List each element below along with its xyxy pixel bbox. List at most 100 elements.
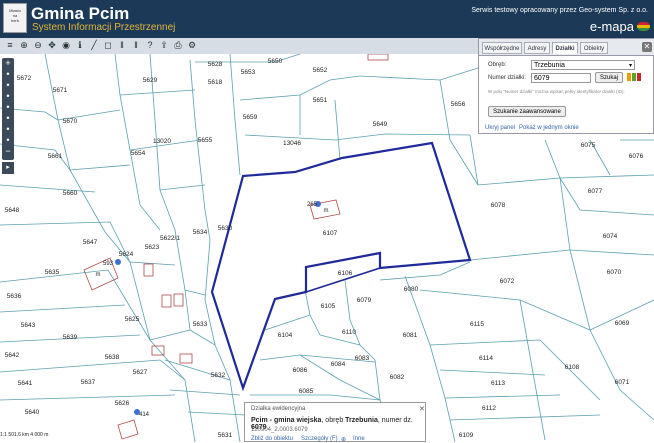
app-title: Gmina Pcim xyxy=(31,4,130,23)
status-swatch-orange xyxy=(627,73,631,81)
parcel-label: 5624 xyxy=(119,251,134,258)
parcel-label: 5661 xyxy=(48,153,63,160)
precinct-label: Obręb: xyxy=(488,62,507,68)
precinct-select[interactable]: Trzebunia ▾ xyxy=(531,60,635,70)
settings-icon[interactable]: ⚙ xyxy=(186,39,198,52)
coat-of-arms-logo: Miasto na herb xyxy=(3,3,27,33)
parcel-label: 5660 xyxy=(63,190,78,197)
zoom-level-tick[interactable]: • xyxy=(2,113,14,124)
app-subtitle: System Informacji Przestrzennej xyxy=(32,22,176,33)
parcel-label: 6108 xyxy=(565,364,580,371)
parcel-label: 5631 xyxy=(218,432,233,439)
chevron-down-icon: ▾ xyxy=(628,63,632,69)
status-swatch-green xyxy=(632,73,636,81)
parcel-label: 5671 xyxy=(53,87,68,94)
show-in-one-window-link[interactable]: Pokaż w jednym oknie xyxy=(519,125,579,131)
parcel-label: 5633 xyxy=(193,321,208,328)
parcel-label: 5643 xyxy=(21,322,36,329)
parcel-label: 6112 xyxy=(482,405,496,412)
parcel-label: 6084 xyxy=(331,361,346,368)
parcel-label: 5654 xyxy=(131,150,146,157)
close-icon[interactable]: ✕ xyxy=(642,42,652,52)
print-icon[interactable]: ⎙ xyxy=(172,39,184,52)
zoom-in-icon[interactable]: ⊕ xyxy=(18,39,30,52)
more-link[interactable]: Inne xyxy=(353,436,365,442)
tab-objects[interactable]: Obiekty xyxy=(580,42,608,54)
tab-parcels[interactable]: Działki xyxy=(552,42,578,54)
parcel-label: 5635 xyxy=(45,269,60,276)
building-label: 265 xyxy=(307,202,318,208)
parcel-label: 6107 xyxy=(323,230,338,237)
zoom-slider[interactable]: + • • • • • • • − xyxy=(2,58,14,160)
popup-municipality: Pcim - gmina wiejska xyxy=(251,417,322,424)
info-icon[interactable]: ℹ xyxy=(74,39,86,52)
toggle-sidebar-button[interactable]: ▸ xyxy=(2,162,14,174)
parcel-label: 5641 xyxy=(18,380,33,387)
zoom-in-button[interactable]: + xyxy=(2,58,14,69)
selected-parcel-6079[interactable] xyxy=(210,141,472,392)
zoom-level-tick[interactable]: • xyxy=(2,124,14,135)
popup-close-icon[interactable]: ✕ xyxy=(419,405,425,413)
zoom-level-tick[interactable]: • xyxy=(2,102,14,113)
advanced-search-button[interactable]: Szukanie zaawansowane xyxy=(488,106,566,117)
parcel-label: 5627 xyxy=(133,369,148,376)
next-view-icon[interactable]: ‖ xyxy=(130,39,142,52)
parcel-label: 6115 xyxy=(470,321,484,328)
measure-area-icon[interactable]: ◻ xyxy=(102,39,114,52)
popup-parcel-identifier: 120904_2.0003.6079 xyxy=(251,427,308,433)
zoom-out-button[interactable]: − xyxy=(2,146,14,157)
parcel-label: 6086 xyxy=(293,367,308,374)
draw-line-icon[interactable]: ╱ xyxy=(88,39,100,52)
parcel-label: 5639 xyxy=(63,334,78,341)
parcel-label: 6072 xyxy=(500,278,515,285)
zoom-out-icon[interactable]: ⊖ xyxy=(32,39,44,52)
parcel-label: 6104 xyxy=(278,332,293,339)
parcel-label: 6080 xyxy=(404,286,419,293)
parcel-label: 6071 xyxy=(615,379,630,386)
full-extent-icon[interactable]: ◉ xyxy=(60,39,72,52)
parcel-number-label: Numer działki: xyxy=(488,75,527,81)
details-link[interactable]: Szczegóły (F) xyxy=(301,436,338,442)
parcel-info-popup: Działka ewidencyjna ✕ Pcim - gmina wiejs… xyxy=(244,402,426,443)
popup-heading: Działka ewidencyjna xyxy=(251,406,306,412)
parcel-label: 5656 xyxy=(451,101,466,108)
parcel-label: 13020 xyxy=(153,138,171,145)
map-toolbar: ≡ ⊕ ⊖ ✥ ◉ ℹ ╱ ◻ ‖ ‖? ⇪ ⎙ ⚙ xyxy=(0,38,478,55)
zoom-to-object-link[interactable]: Zbliż do obiektu xyxy=(251,436,293,442)
layers-icon[interactable]: ≡ xyxy=(4,39,16,52)
zoom-level-tick[interactable]: • xyxy=(2,135,14,146)
service-note: Serwis testowy opracowany przez Geo-syst… xyxy=(471,7,648,14)
parcel-label: 5649 xyxy=(373,121,388,128)
popup-precinct-prefix: , obręb xyxy=(321,417,346,424)
parcel-label: 5672 xyxy=(17,75,32,82)
pan-icon[interactable]: ✥ xyxy=(46,39,58,52)
previous-view-icon[interactable]: ‖ xyxy=(116,39,128,52)
parcel-label: 5622/1 xyxy=(160,235,180,242)
parcel-label: 5647 xyxy=(83,239,98,246)
search-button[interactable]: Szukaj xyxy=(595,72,623,83)
popup-number-prefix: , numer dz. xyxy=(377,417,413,424)
parcel-label: 5629 xyxy=(143,77,158,84)
parcel-number-input[interactable]: 6079 xyxy=(531,73,591,83)
building-label: 414 xyxy=(139,412,150,418)
zoom-level-tick[interactable]: • xyxy=(2,80,14,91)
parcel-label: 5637 xyxy=(81,379,96,386)
tab-addresses[interactable]: Adresy xyxy=(524,42,550,54)
parcel-label: 5636 xyxy=(7,293,22,300)
scale-bar: 1:1 501,6 km 4 000 m xyxy=(0,432,110,442)
popup-precinct: Trzebunia xyxy=(345,417,378,424)
parcel-label: 5628 xyxy=(208,61,223,68)
parcel-label: 5652 xyxy=(313,67,328,74)
app-header: Miasto na herb Gmina Pcim System Informacj… xyxy=(0,0,654,38)
zoom-level-tick[interactable]: • xyxy=(2,69,14,80)
hide-panel-link[interactable]: Ukryj panel xyxy=(485,125,515,131)
tab-coordinates[interactable]: Współrzędne xyxy=(482,42,522,54)
parcel-label: 5640 xyxy=(25,409,40,416)
building-label: m xyxy=(96,272,101,278)
parcel-label: 5651 xyxy=(313,97,328,104)
parcel-label: 6077 xyxy=(588,188,603,195)
upload-icon[interactable]: ⇪ xyxy=(158,39,170,52)
parcel-label: 6081 xyxy=(403,332,418,339)
help-icon[interactable]: ? xyxy=(144,39,156,52)
zoom-level-tick[interactable]: • xyxy=(2,91,14,102)
